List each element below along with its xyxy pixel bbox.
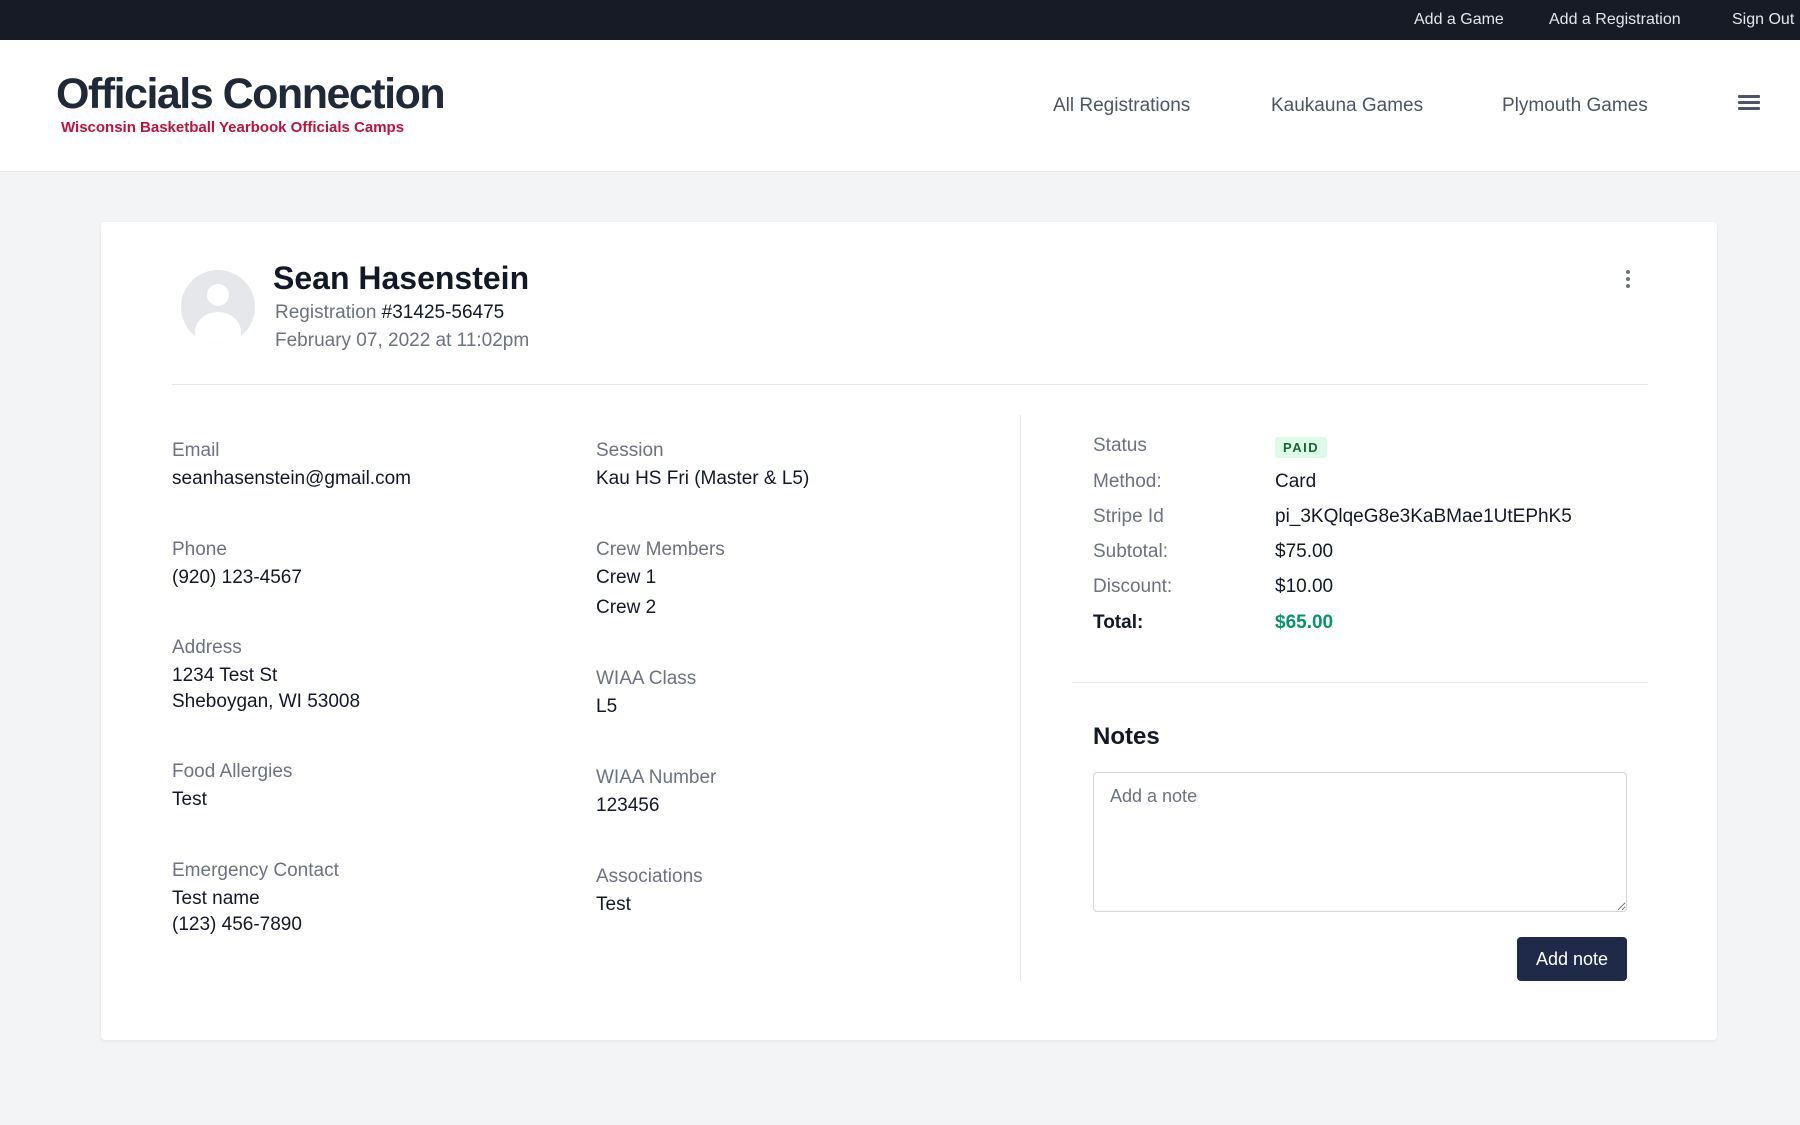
top-bar: Add a Game Add a Registration Sign Out [0, 0, 1800, 40]
crew-members-field: Crew Members Crew 1 Crew 2 [596, 539, 725, 618]
header-divider [172, 384, 1648, 385]
address-field: Address 1234 Test St Sheboygan, WI 53008 [172, 637, 361, 712]
summary-divider [1072, 682, 1648, 683]
column-divider [1020, 415, 1021, 981]
add-note-button[interactable]: Add note [1517, 937, 1627, 981]
avatar [181, 270, 255, 344]
registration-label: Registration [275, 302, 377, 323]
wiaa-number-field: WIAA Number 123456 [596, 767, 717, 816]
add-registration-link[interactable]: Add a Registration [1549, 11, 1681, 29]
nav-all-registrations[interactable]: All Registrations [1053, 95, 1190, 117]
registrant-name: Sean Hasenstein [273, 260, 530, 296]
registration-date: February 07, 2022 at 11:02pm [275, 330, 530, 351]
phone-field: Phone (920) 123-4567 [172, 539, 302, 588]
email-field: Email seanhasenstein@gmail.com [172, 440, 411, 489]
registration-number: #31425-56475 [381, 302, 505, 323]
session-field: Session Kau HS Fri (Master & L5) [596, 440, 810, 489]
emergency-contact-field: Emergency Contact Test name (123) 456-78… [172, 860, 339, 935]
logo-title[interactable]: Officials Connection [56, 70, 446, 119]
wiaa-class-field: WIAA Class L5 [596, 668, 697, 717]
add-game-link[interactable]: Add a Game [1414, 11, 1504, 29]
food-allergies-field: Food Allergies Test [172, 761, 293, 810]
nav-plymouth-games[interactable]: Plymouth Games [1502, 95, 1648, 117]
registration-card: Sean Hasenstein Registration #31425-5647… [101, 222, 1717, 1040]
registration-number-line: Registration #31425-56475 [275, 302, 504, 324]
nav-kaukauna-games[interactable]: Kaukauna Games [1271, 95, 1423, 117]
associations-field: Associations Test [596, 866, 703, 915]
site-header: Officials Connection Wisconsin Basketbal… [0, 40, 1800, 172]
notes-title: Notes [1093, 723, 1160, 750]
hamburger-icon[interactable] [1738, 92, 1760, 114]
more-options-icon[interactable] [1623, 270, 1633, 292]
note-input[interactable] [1093, 772, 1627, 912]
status-badge: PAID [1275, 437, 1328, 458]
sign-out-link[interactable]: Sign Out [1732, 11, 1794, 29]
logo-subtitle: Wisconsin Basketball Yearbook Officials … [61, 119, 405, 136]
